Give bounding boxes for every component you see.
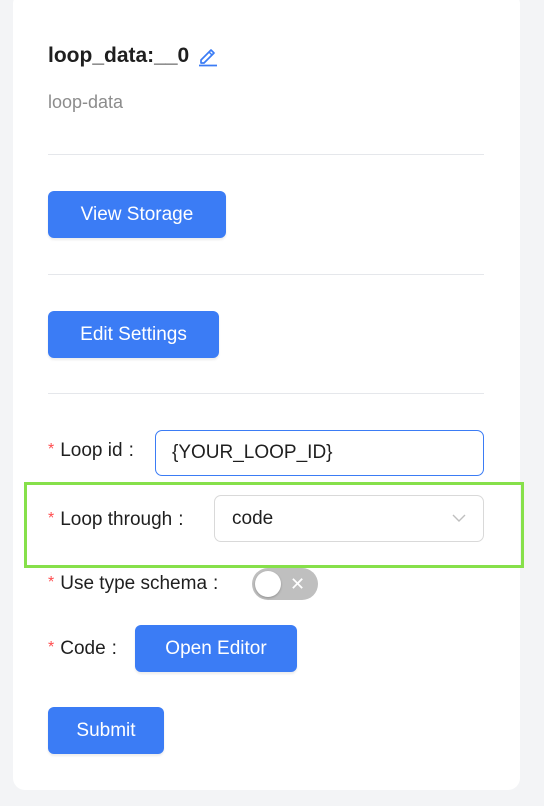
required-marker: * xyxy=(48,639,55,656)
use-type-schema-label: * Use type schema : xyxy=(48,573,218,595)
pencil-edit-icon[interactable] xyxy=(197,45,219,67)
close-icon: ✕ xyxy=(290,574,306,594)
view-storage-button[interactable]: View Storage xyxy=(48,191,226,238)
chevron-down-icon xyxy=(452,514,466,523)
loop-id-input[interactable]: {YOUR_LOOP_ID} xyxy=(155,430,484,476)
use-type-schema-toggle[interactable]: ✕ xyxy=(252,568,318,600)
required-marker: * xyxy=(48,510,55,527)
loop-through-label: * Loop through : xyxy=(48,509,184,531)
label-colon: : xyxy=(213,573,219,594)
node-title: loop_data:__0 xyxy=(48,44,190,67)
loop-id-label-text: Loop id xyxy=(60,440,123,461)
edit-settings-button[interactable]: Edit Settings xyxy=(48,311,219,358)
use-type-schema-label-text: Use type schema xyxy=(60,573,208,594)
code-label-text: Code xyxy=(60,638,106,659)
label-colon: : xyxy=(178,509,184,530)
loop-id-value: {YOUR_LOOP_ID} xyxy=(172,442,333,463)
title-row: loop_data:__0 xyxy=(48,44,219,68)
required-marker: * xyxy=(48,574,55,591)
divider xyxy=(48,393,484,394)
node-type-label: loop-data xyxy=(48,92,124,112)
divider xyxy=(48,154,484,155)
submit-button[interactable]: Submit xyxy=(48,707,164,754)
toggle-knob xyxy=(255,571,281,597)
open-editor-button[interactable]: Open Editor xyxy=(135,625,297,672)
loop-id-label: * Loop id : xyxy=(48,440,134,462)
divider xyxy=(48,274,484,275)
loop-through-select[interactable]: code xyxy=(214,495,484,542)
code-label: * Code : xyxy=(48,638,117,660)
loop-through-selected-value: code xyxy=(232,507,274,529)
label-colon: : xyxy=(111,638,117,659)
label-colon: : xyxy=(128,440,134,461)
loop-through-label-text: Loop through xyxy=(60,509,173,530)
required-marker: * xyxy=(48,441,55,458)
